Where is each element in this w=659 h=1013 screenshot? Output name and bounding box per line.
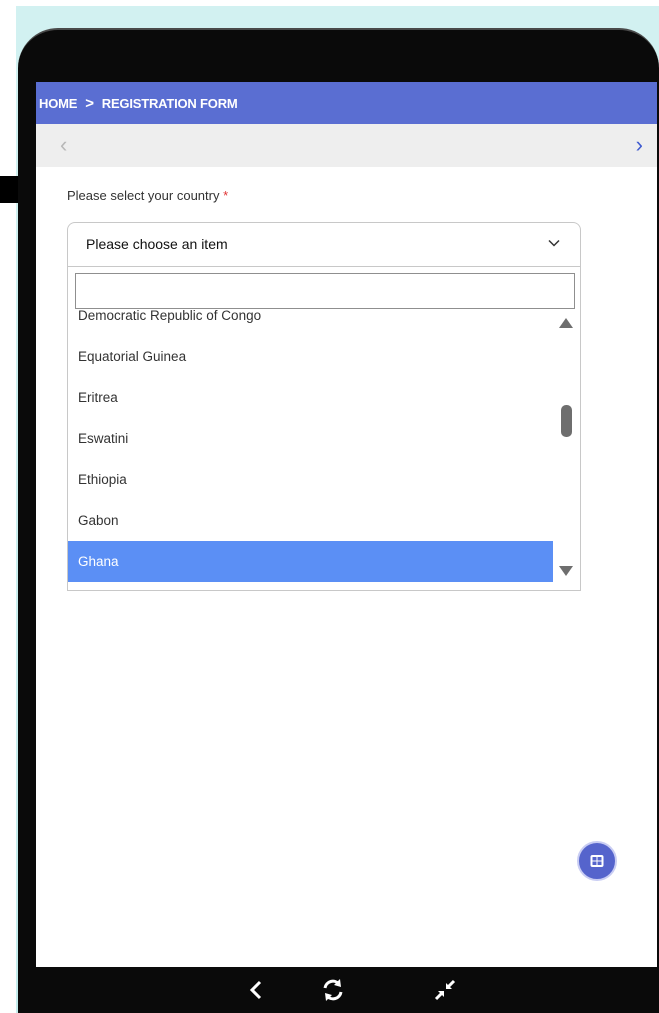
breadcrumb-separator: > [85, 94, 94, 112]
dropdown-list: Democratic Republic of Congo Equatorial … [68, 309, 554, 586]
list-item[interactable]: Eritrea [68, 377, 554, 418]
breadcrumb-current: REGISTRATION FORM [101, 95, 238, 111]
collapse-icon[interactable] [430, 975, 460, 1005]
country-select[interactable]: Please choose an item [67, 222, 581, 266]
required-marker: * [223, 188, 229, 203]
scroll-thumb[interactable] [561, 405, 572, 437]
country-dropdown: Democratic Republic of Congo Equatorial … [67, 266, 581, 591]
scroll-down-arrow-icon[interactable] [559, 566, 573, 576]
dropdown-search-input[interactable] [75, 273, 575, 309]
device-bottom-bar [0, 967, 641, 1013]
next-page-button[interactable]: › [636, 134, 643, 156]
floating-action-button[interactable] [577, 841, 617, 881]
list-item[interactable]: Equatorial Guinea [68, 336, 554, 377]
breadcrumb: HOME > REGISTRATION FORM [36, 82, 657, 124]
list-item[interactable]: Gabon [68, 500, 554, 541]
country-label-text: Please select your country [67, 188, 220, 203]
refresh-icon[interactable] [318, 975, 348, 1005]
dropdown-scrollbar[interactable] [553, 309, 580, 586]
list-item[interactable]: Eswatini [68, 418, 554, 459]
select-value: Please choose an item [86, 236, 228, 252]
back-icon[interactable] [242, 975, 272, 1005]
app-screen: HOME > REGISTRATION FORM ‹ › Please sele… [36, 82, 657, 967]
grid-icon [590, 855, 604, 867]
page-nav-bar: ‹ › [36, 124, 657, 167]
previous-page-button[interactable]: ‹ [60, 134, 67, 156]
list-item[interactable]: Democratic Republic of Congo [68, 309, 554, 336]
chevron-down-icon [548, 239, 560, 247]
country-field-label: Please select your country * [67, 188, 228, 203]
breadcrumb-home[interactable]: HOME [39, 96, 77, 111]
list-item[interactable]: Ethiopia [68, 459, 554, 500]
scroll-up-arrow-icon[interactable] [559, 318, 573, 328]
list-item-selected[interactable]: Ghana [68, 541, 554, 582]
